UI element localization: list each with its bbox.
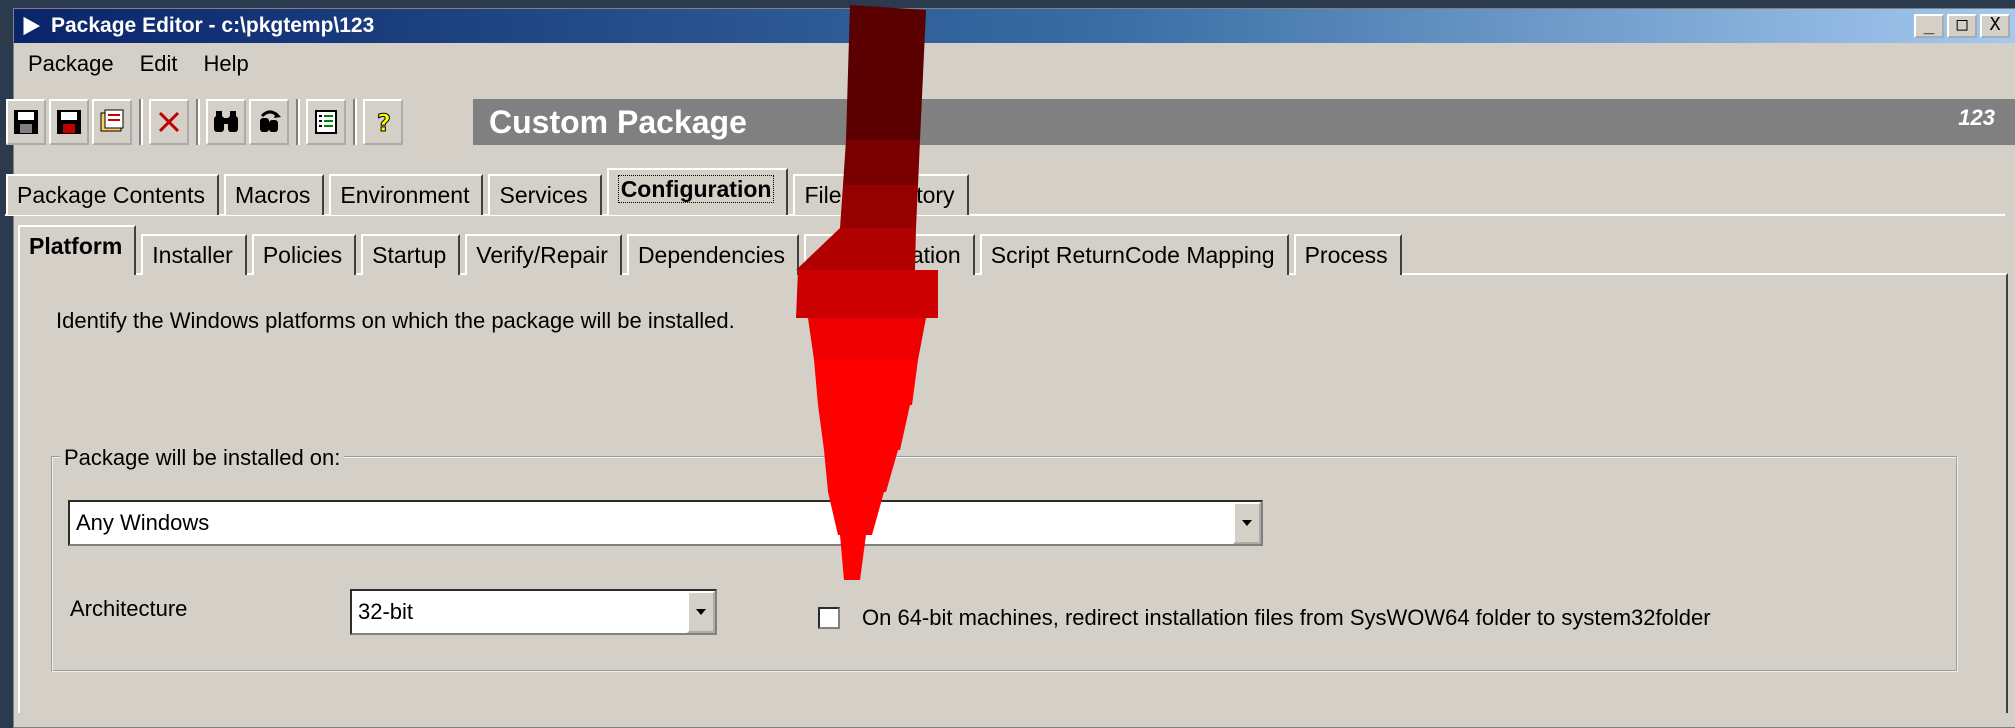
red-arrow-annotation — [796, 5, 938, 580]
